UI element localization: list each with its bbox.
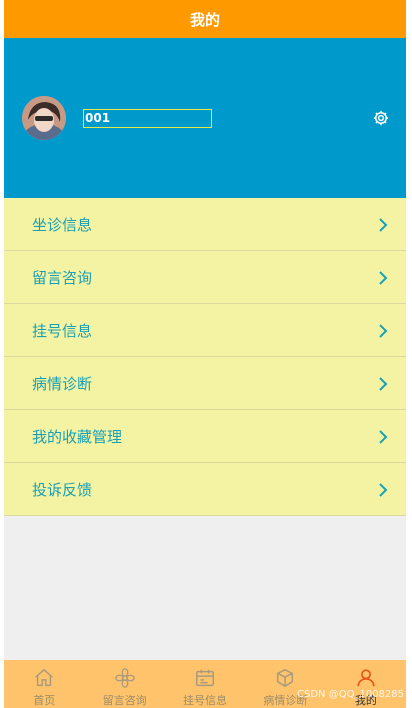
menu-item-label: 挂号信息	[32, 321, 93, 340]
menu-item-favorites[interactable]: 我的收藏管理	[4, 410, 406, 463]
tab-diagnosis[interactable]: 病情诊断	[245, 660, 325, 708]
menu-item-label: 投诉反馈	[32, 480, 93, 499]
chevron-right-icon	[379, 377, 388, 391]
tab-home[interactable]: 首页	[4, 660, 84, 708]
flower-icon	[114, 668, 135, 688]
page-title: 我的	[189, 10, 220, 29]
menu-item-label: 病情诊断	[32, 374, 93, 393]
avatar[interactable]	[22, 96, 66, 140]
chevron-right-icon	[379, 324, 388, 338]
home-icon	[35, 668, 53, 687]
cube-icon	[277, 668, 294, 688]
watermark-text: CSDN @QQ_1008285	[297, 689, 404, 700]
tab-message-consult[interactable]: 留言咨询	[84, 660, 164, 708]
profile-section: 001	[4, 38, 406, 198]
chevron-right-icon	[379, 218, 388, 232]
tab-mine[interactable]: 我的	[326, 660, 406, 708]
menu-list: 坐诊信息 留言咨询 挂号信息 病情诊断 我的收藏管理 投诉反馈	[4, 198, 406, 516]
app-frame: 我的 001 坐诊信息 留言咨询 挂号信息 病情诊断 我的收藏管理 投诉反馈 首…	[4, 0, 406, 708]
menu-item-feedback[interactable]: 投诉反馈	[4, 463, 406, 516]
menu-item-consultation-info[interactable]: 坐诊信息	[4, 198, 406, 251]
menu-item-message-consult[interactable]: 留言咨询	[4, 251, 406, 304]
tab-registration-info[interactable]: 挂号信息	[165, 660, 245, 708]
page-header: 我的	[4, 0, 406, 38]
tab-label: 挂号信息	[183, 694, 228, 707]
user-icon	[357, 669, 375, 687]
menu-item-registration-info[interactable]: 挂号信息	[4, 304, 406, 357]
gear-icon[interactable]	[372, 109, 390, 127]
bottom-tab-bar: 首页 留言咨询 挂号信息 病情诊断 我的	[4, 660, 406, 708]
menu-item-label: 坐诊信息	[32, 215, 93, 234]
calendar-icon	[196, 669, 214, 687]
username-field[interactable]: 001	[83, 109, 212, 128]
menu-item-diagnosis[interactable]: 病情诊断	[4, 357, 406, 410]
chevron-right-icon	[379, 483, 388, 497]
tab-label: 首页	[33, 694, 56, 707]
chevron-right-icon	[379, 430, 388, 444]
chevron-right-icon	[379, 271, 388, 285]
tab-label: 留言咨询	[102, 694, 147, 707]
menu-item-label: 留言咨询	[32, 268, 93, 287]
menu-item-label: 我的收藏管理	[32, 427, 123, 446]
